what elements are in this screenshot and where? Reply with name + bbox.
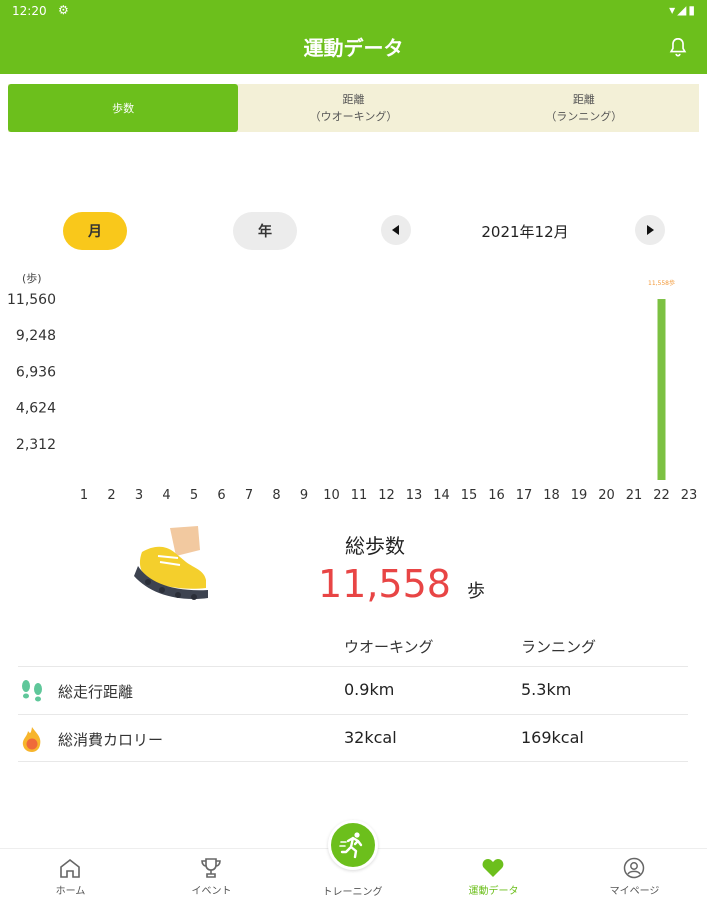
nav-label-events: イベント <box>191 886 232 897</box>
x-tick-label: 13 <box>406 488 423 503</box>
tab-distance-walking[interactable]: 距離 （ウオーキング） <box>238 84 468 132</box>
x-tick-label: 10 <box>323 488 340 503</box>
tab-distance-running-sublabel: （ランニング） <box>545 110 623 123</box>
next-month-button[interactable] <box>635 215 665 245</box>
signal-battery-icons: ▾◢▮ <box>669 3 697 17</box>
nav-item-activity-data[interactable]: 運動データ <box>423 849 564 900</box>
heart-icon <box>482 859 504 877</box>
year-toggle-button[interactable]: 年 <box>233 212 297 250</box>
y-tick-label: 4,624 <box>16 401 56 417</box>
row-label-distance: 総走行距離 <box>58 683 134 701</box>
bell-icon[interactable] <box>667 36 689 58</box>
runner-icon <box>339 832 363 859</box>
table-row-calories: 総消費カロリー 32kcal 169kcal <box>18 714 688 762</box>
x-tick-label: 23 <box>681 488 698 503</box>
nav-label-home: ホーム <box>55 886 86 897</box>
current-period-label: 2021年12月 <box>481 223 569 241</box>
distance-walking-value: 0.9km <box>344 680 395 699</box>
triangle-left-icon <box>392 225 399 235</box>
column-header-walking: ウオーキング <box>344 638 434 656</box>
y-tick-label: 9,248 <box>16 328 56 344</box>
x-tick-label: 12 <box>378 488 395 503</box>
x-tick-label: 15 <box>461 488 478 503</box>
app-bar: 12:20 ⚙ ▾◢▮ 運動データ <box>0 0 707 74</box>
x-tick-label: 14 <box>433 488 450 503</box>
row-label-calories: 総消費カロリー <box>58 731 164 749</box>
triangle-right-icon <box>647 225 654 235</box>
total-steps-unit: 歩 <box>467 581 485 602</box>
training-fab-button[interactable] <box>328 820 378 870</box>
y-tick-label: 11,560 <box>7 292 56 308</box>
column-header-running: ランニング <box>521 638 597 656</box>
total-steps-label: 総歩数 <box>345 534 405 558</box>
settings-status-icon: ⚙ <box>58 3 69 17</box>
y-tick-label: 2,312 <box>16 437 56 453</box>
x-tick-label: 9 <box>300 488 308 503</box>
page-title: 運動データ <box>303 36 404 60</box>
x-tick-label: 19 <box>571 488 588 503</box>
tab-distance-walking-sublabel: （ウオーキング） <box>309 110 398 123</box>
tab-distance-walking-label: 距離 <box>342 93 365 106</box>
trophy-icon <box>201 858 221 878</box>
x-tick-label: 21 <box>626 488 643 503</box>
x-tick-label: 8 <box>272 488 280 503</box>
calories-running-value: 169kcal <box>521 728 584 747</box>
x-tick-label: 4 <box>162 488 170 503</box>
flame-icon <box>22 727 41 752</box>
x-tick-label: 18 <box>543 488 560 503</box>
nav-item-mypage[interactable]: マイページ <box>564 849 705 900</box>
status-bar: 12:20 ⚙ ▾◢▮ <box>0 0 707 22</box>
x-tick-label: 2 <box>107 488 115 503</box>
previous-month-button[interactable] <box>381 215 411 245</box>
x-tick-label: 16 <box>488 488 505 503</box>
user-icon <box>623 857 645 879</box>
sneaker-icon <box>134 526 208 600</box>
x-tick-label: 17 <box>516 488 533 503</box>
tab-steps[interactable]: 歩数 <box>8 84 239 132</box>
status-time: 12:20 <box>12 4 47 18</box>
nav-label-activity-data: 運動データ <box>468 886 519 897</box>
x-tick-label: 1 <box>80 488 88 503</box>
nav-label-mypage: マイページ <box>609 886 660 897</box>
nav-item-home[interactable]: ホーム <box>0 849 141 900</box>
total-steps-value: 11,558 <box>318 562 451 606</box>
month-toggle-button[interactable]: 月 <box>63 212 127 250</box>
tab-distance-running-label: 距離 <box>572 93 595 106</box>
tab-steps-label: 歩数 <box>112 101 135 115</box>
x-tick-label: 3 <box>135 488 143 503</box>
metric-tabs: 歩数 距離 （ウオーキング） 距離 （ランニング） <box>8 84 699 132</box>
y-tick-label: 6,936 <box>16 364 56 380</box>
x-tick-label: 5 <box>190 488 198 503</box>
distance-running-value: 5.3km <box>521 680 572 699</box>
x-tick-label: 11 <box>351 488 368 503</box>
table-row-distance: 総走行距離 0.9km 5.3km <box>18 666 688 714</box>
x-tick-label: 7 <box>245 488 253 503</box>
x-tick-label: 22 <box>653 488 670 503</box>
nav-item-events[interactable]: イベント <box>141 849 282 900</box>
x-tick-label: 6 <box>217 488 225 503</box>
nav-label-training: トレーニング <box>322 887 383 898</box>
footprints-icon <box>22 680 42 702</box>
calories-walking-value: 32kcal <box>344 728 397 747</box>
bar-data-label: 11,558歩 <box>648 279 675 287</box>
chart-bar <box>657 299 666 480</box>
home-icon <box>60 858 80 878</box>
daily-steps-chart: (歩)11,5609,2486,9364,6242,3121 2 3 4 5 6 7 8 9 10… <box>7 271 698 503</box>
tab-distance-running[interactable]: 距離 （ランニング） <box>469 84 699 132</box>
y-axis-unit-label: (歩) <box>22 271 42 285</box>
x-tick-label: 20 <box>598 488 615 503</box>
